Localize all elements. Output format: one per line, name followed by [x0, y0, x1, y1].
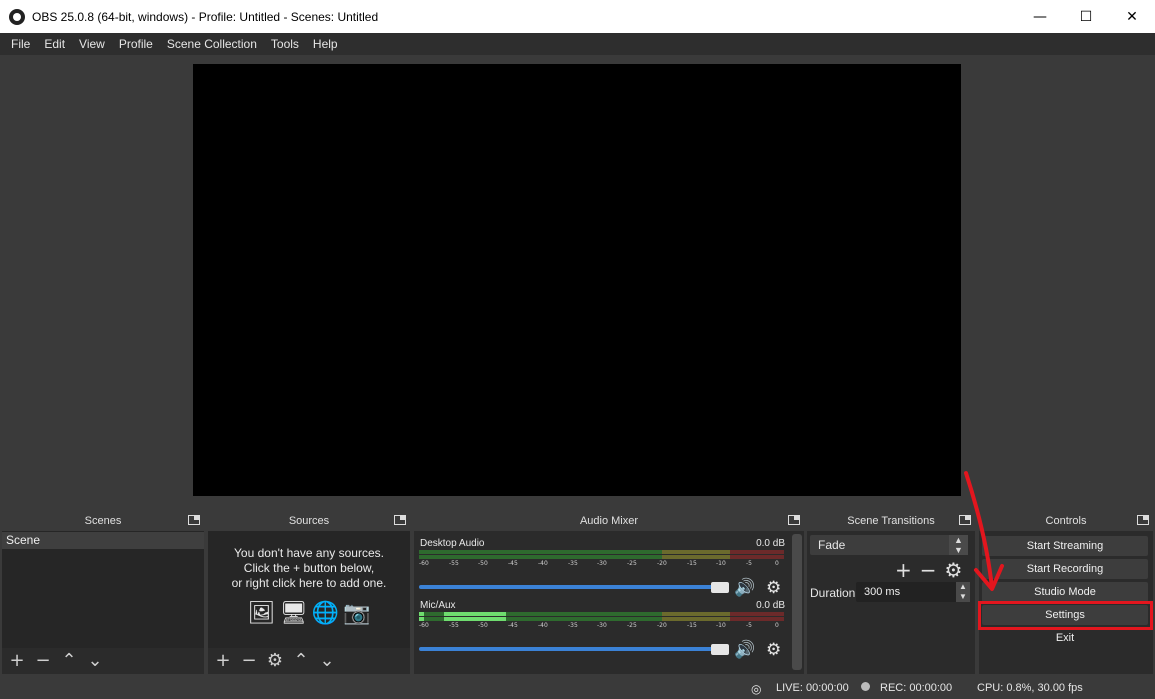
rec-timer: REC: 00:00:00	[880, 682, 953, 694]
channel-name: Mic/Aux	[420, 600, 456, 611]
scenes-toolbar: + − ⌃ ⌄	[2, 648, 204, 674]
browser-icon: 🌐	[311, 601, 339, 626]
scenes-dock: Scenes Scene + − ⌃ ⌄	[2, 510, 204, 674]
move-up-icon[interactable]: ⌃	[60, 652, 78, 670]
mixer-title: Audio Mixer	[579, 514, 639, 527]
undock-icon[interactable]	[394, 515, 406, 525]
mixer-scrollbar[interactable]	[792, 534, 802, 670]
transitions-title: Scene Transitions	[847, 514, 935, 527]
speaker-icon[interactable]: 🔊	[734, 640, 755, 660]
add-icon[interactable]: +	[214, 652, 232, 670]
audio-mixer-dock: Audio Mixer Desktop Audio 0.0 dB -60 -55-…	[414, 510, 804, 674]
menu-file[interactable]: File	[4, 37, 37, 51]
menu-scene-collection[interactable]: Scene Collection	[160, 37, 264, 51]
menu-edit[interactable]: Edit	[37, 37, 72, 51]
controls-title: Controls	[1045, 514, 1087, 527]
menu-bar: File Edit View Profile Scene Collection …	[0, 33, 1155, 55]
transition-select[interactable]: Fade ▲ ▼	[810, 535, 968, 555]
sources-dock: Sources You don't have any sources. Clic…	[208, 510, 410, 674]
volume-slider[interactable]	[419, 647, 724, 651]
settings-highlight-box	[978, 601, 1153, 630]
empty-line-2: Click the + button below,	[243, 561, 375, 575]
close-button[interactable]: ✕	[1109, 0, 1155, 33]
sources-list[interactable]: You don't have any sources. Click the + …	[208, 531, 410, 648]
gear-icon[interactable]: ⚙	[766, 640, 781, 660]
minimize-button[interactable]: —	[1017, 0, 1063, 33]
volume-slider[interactable]	[419, 585, 724, 589]
live-timer: LIVE: 00:00:00	[776, 682, 849, 694]
scene-item[interactable]: Scene	[2, 532, 204, 549]
mixer-header: Audio Mixer	[414, 510, 804, 531]
gear-icon[interactable]: ⚙	[766, 578, 781, 598]
empty-line-1: You don't have any sources.	[234, 546, 384, 560]
obs-logo-icon	[9, 8, 25, 25]
record-dot-icon	[861, 682, 870, 691]
transition-select-value: Fade	[818, 538, 846, 552]
scenes-title: Scenes	[84, 514, 122, 527]
transitions-header: Scene Transitions	[807, 510, 975, 531]
channel-desktop-audio: Desktop Audio 0.0 dB -60 -55 -50 -45 -40 -35-…	[419, 538, 785, 598]
empty-sources-message: You don't have any sources. Click the + …	[208, 546, 410, 591]
sources-title: Sources	[288, 514, 330, 527]
image-icon: 🖼	[247, 601, 276, 626]
speaker-icon[interactable]: 🔊	[734, 578, 755, 598]
channel-db: 0.0 dB	[756, 600, 785, 611]
undock-icon[interactable]	[788, 515, 800, 525]
scenes-header: Scenes	[2, 510, 204, 531]
channel-name: Desktop Audio	[420, 538, 485, 549]
channel-db: 0.0 dB	[756, 538, 785, 549]
add-icon[interactable]: +	[895, 558, 912, 582]
scenes-list[interactable]: Scene	[2, 531, 204, 648]
volume-slider-handle[interactable]	[711, 582, 729, 593]
menu-help[interactable]: Help	[306, 37, 345, 51]
volume-slider-handle[interactable]	[711, 644, 729, 655]
empty-line-3: or right click here to add one.	[231, 576, 387, 590]
sources-header: Sources	[208, 510, 410, 531]
sources-toolbar: + − ⚙ ⌃ ⌄	[208, 648, 410, 674]
channel-mic-aux: Mic/Aux 0.0 dB -60 -55 -50 -45 -40 -35 -30 -25-…	[419, 600, 785, 660]
add-icon[interactable]: +	[8, 652, 26, 670]
camera-icon: 📷	[342, 601, 371, 626]
duration-value: 300 ms	[864, 586, 901, 598]
maximize-button[interactable]: ☐	[1063, 0, 1109, 33]
menu-tools[interactable]: Tools	[264, 37, 306, 51]
preview-canvas[interactable]	[193, 64, 961, 496]
remove-icon[interactable]: −	[240, 652, 258, 670]
status-bar: ◎ LIVE: 00:00:00 REC: 00:00:00 CPU: 0.8%…	[0, 676, 1155, 699]
display-icon: 🖥	[279, 601, 308, 626]
window-title: OBS 25.0.8 (64-bit, windows) - Profile: …	[32, 9, 379, 24]
annotation-arrow-icon	[964, 471, 1004, 591]
cpu-status: CPU: 0.8%, 30.00 fps	[977, 682, 1083, 694]
title-bar: OBS 25.0.8 (64-bit, windows) - Profile: …	[0, 0, 1155, 33]
move-down-icon[interactable]: ⌄	[318, 652, 336, 670]
exit-button[interactable]: Exit	[982, 628, 1148, 648]
broadcast-icon: ◎	[751, 682, 762, 696]
remove-icon[interactable]: −	[34, 652, 52, 670]
remove-icon[interactable]: −	[920, 558, 937, 582]
menu-view[interactable]: View	[72, 37, 112, 51]
move-down-icon[interactable]: ⌄	[86, 652, 104, 670]
scene-transitions-dock: Scene Transitions Fade ▲ ▼ + − ⚙ Duration…	[807, 510, 975, 674]
undock-icon[interactable]	[188, 515, 200, 525]
duration-label: Duration	[810, 586, 856, 600]
move-up-icon[interactable]: ⌃	[292, 652, 310, 670]
gear-icon[interactable]: ⚙	[266, 652, 284, 670]
duration-input[interactable]: 300 ms ▲ ▼	[856, 582, 970, 602]
mixer-body: Desktop Audio 0.0 dB -60 -55 -50 -45 -40 -35-…	[414, 531, 788, 674]
undock-icon[interactable]	[1137, 515, 1149, 525]
menu-profile[interactable]: Profile	[112, 37, 160, 51]
